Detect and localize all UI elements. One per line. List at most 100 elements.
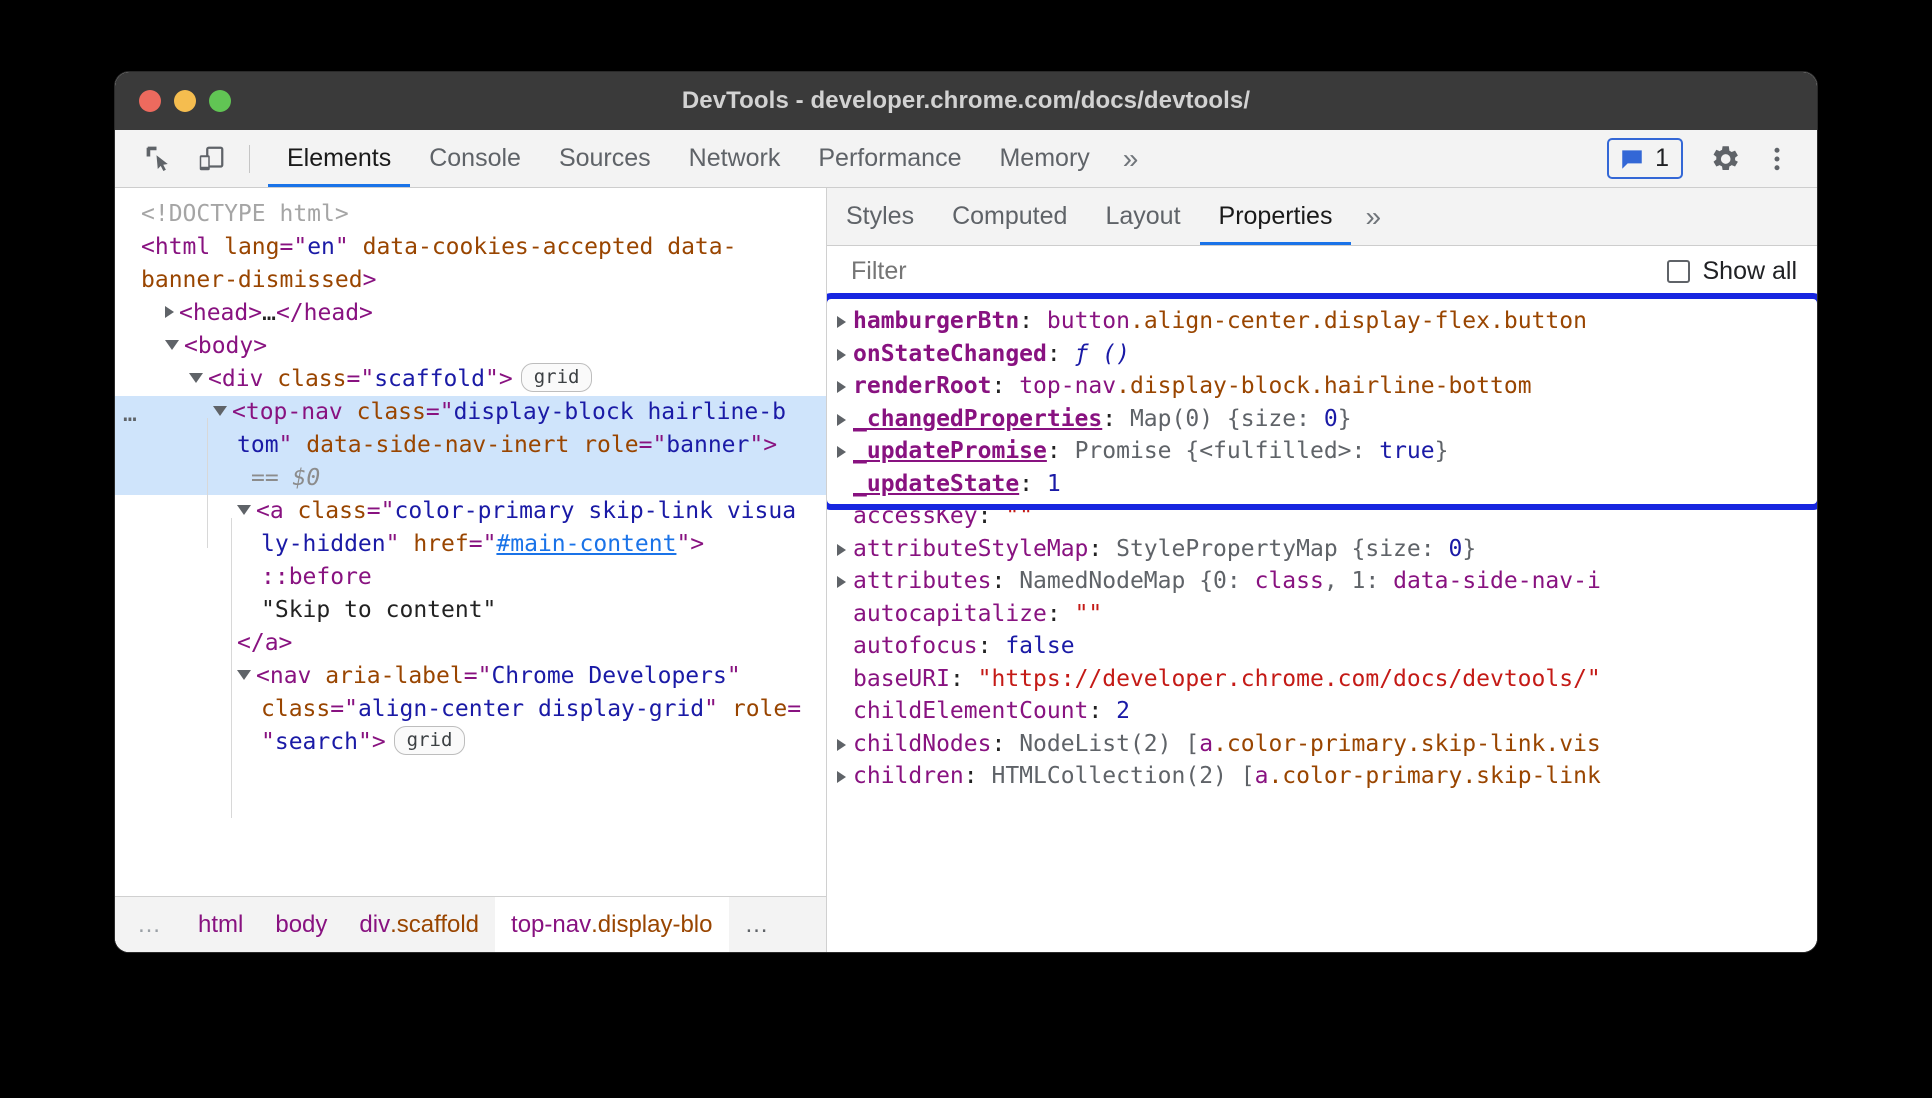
breadcrumb-overflow-start[interactable]: … [115,897,182,952]
property-name: _changedProperties [853,406,1102,432]
expand-triangle-icon[interactable] [837,349,846,361]
tab-sources-label: Sources [559,144,651,173]
tab-performance[interactable]: Performance [799,130,980,187]
dom-tree[interactable]: <!DOCTYPE html> <html lang="en" data-cook… [115,188,826,896]
tab-memory[interactable]: Memory [980,130,1108,187]
property-row[interactable]: onStateChanged: ƒ () [827,338,1817,371]
filter-row: Show all [827,246,1817,298]
node-more-options-icon[interactable]: … [123,398,139,431]
collapse-triangle-icon[interactable] [189,373,203,383]
minimize-window-button[interactable] [174,90,196,112]
property-name: autocapitalize [853,601,1047,627]
dom-tree-node[interactable]: <a class="color-primary skip-link visua [115,495,826,528]
dom-token-tag: <body> [184,333,267,359]
tab-computed[interactable]: Computed [933,188,1086,245]
property-row[interactable]: autocapitalize: "" [827,598,1817,631]
issues-message-icon [1618,146,1646,172]
dom-token-doctype: <!DOCTYPE html> [141,201,349,227]
breadcrumb-item-div[interactable]: div.scaffold [343,897,495,952]
close-window-button[interactable] [139,90,161,112]
property-value: .color-primary.skip-link.vis [1213,731,1601,757]
property-row[interactable]: accessKey: "" [827,500,1817,533]
property-row[interactable]: attributes: NamedNodeMap {0: class, 1: d… [827,565,1817,598]
tab-styles[interactable]: Styles [827,188,933,245]
dom-tree-node[interactable]: == $0 [115,462,826,495]
collapse-triangle-icon[interactable] [237,505,251,515]
tab-sources[interactable]: Sources [540,130,670,187]
property-row[interactable]: _updatePromise: Promise {<fulfilled>: tr… [827,435,1817,468]
dom-tree-node[interactable]: ::before [115,561,826,594]
tab-performance-label: Performance [818,144,961,173]
expand-triangle-icon[interactable] [837,576,846,588]
grid-badge[interactable]: grid [521,363,593,392]
dom-token-punc: =" [279,234,307,260]
more-panels-chevron-icon[interactable]: » [1109,130,1153,187]
dom-tree-node[interactable]: …<top-nav class="display-block hairline-… [115,396,826,429]
tab-elements[interactable]: Elements [268,130,410,187]
expand-triangle-icon[interactable] [165,306,174,318]
property-separator: : [991,731,1019,757]
dom-token-punc: = [787,696,801,722]
collapse-triangle-icon[interactable] [237,670,251,680]
property-row[interactable]: renderRoot: top-nav.display-block.hairli… [827,370,1817,403]
expand-triangle-icon[interactable] [837,446,846,458]
breadcrumb-overflow-end[interactable]: … [729,897,788,952]
property-row[interactable]: hamburgerBtn: button.align-center.displa… [827,305,1817,338]
inspect-cursor-icon[interactable] [137,138,181,180]
breadcrumb[interactable]: …htmlbodydiv.scaffoldtop-nav.display-blo… [115,896,826,952]
breadcrumb-item-html[interactable]: html [182,897,259,952]
property-row[interactable]: children: HTMLCollection(2) [a.color-pri… [827,760,1817,793]
gear-icon[interactable] [1701,135,1749,183]
property-value: .align-center.display-flex.button [1130,308,1587,334]
expand-triangle-icon[interactable] [837,739,846,751]
dom-tree-node[interactable]: <body> [115,330,826,363]
dom-tree-node[interactable]: ly-hidden" href="#main-content"> [115,528,826,561]
tab-console[interactable]: Console [410,130,540,187]
expand-triangle-icon[interactable] [837,316,846,328]
dom-token-attr: aria-label [325,663,463,689]
tab-layout[interactable]: Layout [1086,188,1199,245]
dom-token-punc: " [749,432,763,458]
zoom-window-button[interactable] [209,90,231,112]
issues-badge[interactable]: 1 [1607,138,1683,179]
dom-tree-node[interactable]: tom" data-side-nav-inert role="banner"> [115,429,826,462]
more-sidebar-tabs-chevron-icon[interactable]: » [1351,188,1395,245]
property-row[interactable]: childElementCount: 2 [827,695,1817,728]
dom-token-punc: " [704,696,732,722]
property-value: 0 [1448,536,1462,562]
show-all-toggle[interactable]: Show all [1667,257,1798,286]
property-row[interactable]: baseURI: "https://developer.chrome.com/d… [827,663,1817,696]
properties-list[interactable]: hamburgerBtn: button.align-center.displa… [827,299,1817,952]
breadcrumb-item-top-nav[interactable]: top-nav.display-blo [495,897,728,952]
dom-tree-node[interactable]: "Skip to content" [115,594,826,627]
dom-tree-node[interactable]: class="align-center display-grid" role= [115,693,826,726]
collapse-triangle-icon[interactable] [213,406,227,416]
expand-triangle-icon[interactable] [837,414,846,426]
property-row[interactable]: attributeStyleMap: StylePropertyMap {siz… [827,533,1817,566]
dom-tree-node[interactable]: <nav aria-label="Chrome Developers" [115,660,826,693]
collapse-triangle-icon[interactable] [165,340,179,350]
device-toolbar-icon[interactable] [189,138,233,180]
expand-triangle-icon[interactable] [837,771,846,783]
dom-tree-node[interactable]: <!DOCTYPE html> [115,198,826,231]
expand-triangle-icon[interactable] [837,544,846,556]
filter-input[interactable] [849,256,1667,287]
expand-triangle-icon[interactable] [837,381,846,393]
property-row[interactable]: _changedProperties: Map(0) {size: 0} [827,403,1817,436]
tab-properties[interactable]: Properties [1200,188,1352,245]
show-all-checkbox[interactable] [1667,260,1690,283]
property-row[interactable]: childNodes: NodeList(2) [a.color-primary… [827,728,1817,761]
breadcrumb-item-body[interactable]: body [259,897,343,952]
dom-tree-node[interactable]: "search">grid [115,726,826,759]
dom-tree-node[interactable]: <html lang="en" data-cookies-accepted da… [115,231,826,264]
dom-tree-node[interactable]: <div class="scaffold">grid [115,363,826,396]
dom-tree-node[interactable]: banner-dismissed> [115,264,826,297]
tab-network[interactable]: Network [670,130,800,187]
property-row[interactable]: _updateState: 1 [827,468,1817,501]
kebab-menu-icon[interactable] [1753,135,1801,183]
dom-tree-node[interactable]: <head>…</head> [115,297,826,330]
property-row[interactable]: autofocus: false [827,630,1817,663]
grid-badge[interactable]: grid [394,726,466,755]
toolbar-divider [249,145,250,173]
dom-tree-node[interactable]: </a> [115,627,826,660]
